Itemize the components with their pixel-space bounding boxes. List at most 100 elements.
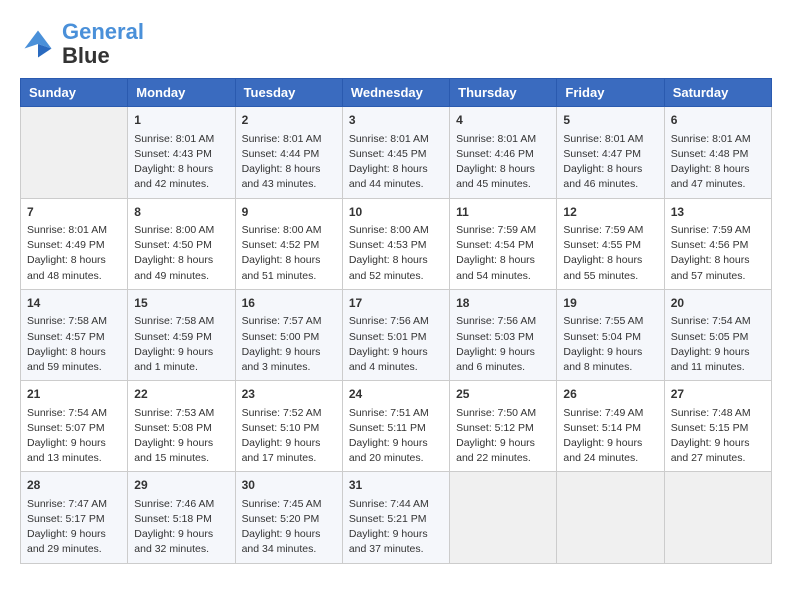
col-header-thursday: Thursday <box>450 79 557 107</box>
calendar-cell: 6Sunrise: 8:01 AM Sunset: 4:48 PM Daylig… <box>664 107 771 198</box>
day-info: Sunrise: 7:44 AM Sunset: 5:21 PM Dayligh… <box>349 497 443 558</box>
day-info: Sunrise: 8:00 AM Sunset: 4:50 PM Dayligh… <box>134 223 228 284</box>
calendar-cell <box>664 472 771 563</box>
week-row-1: 1Sunrise: 8:01 AM Sunset: 4:43 PM Daylig… <box>21 107 772 198</box>
page-header: General Blue <box>20 20 772 68</box>
day-number: 5 <box>563 112 657 129</box>
calendar-cell: 9 Sunrise: 8:00 AM Sunset: 4:52 PM Daylig… <box>235 198 342 289</box>
calendar-cell: 24 Sunrise: 7:51 AM Sunset: 5:11 PM Dayli… <box>342 381 449 472</box>
week-row-5: 28 Sunrise: 7:47 AM Sunset: 5:17 PM Dayli… <box>21 472 772 563</box>
day-info: Sunrise: 7:55 AM Sunset: 5:04 PM Dayligh… <box>563 314 657 375</box>
calendar-cell: 15 Sunrise: 7:58 AM Sunset: 4:59 PM Dayli… <box>128 289 235 380</box>
day-info: Sunrise: 7:52 AM Sunset: 5:10 PM Dayligh… <box>242 406 336 467</box>
day-number: 14 <box>27 295 121 312</box>
col-header-friday: Friday <box>557 79 664 107</box>
day-number: 8 <box>134 204 228 221</box>
day-number: 12 <box>563 204 657 221</box>
col-header-wednesday: Wednesday <box>342 79 449 107</box>
day-info: Sunrise: 7:54 AM Sunset: 5:07 PM Dayligh… <box>27 406 121 467</box>
day-info: Sunrise: 8:00 AM Sunset: 4:52 PM Dayligh… <box>242 223 336 284</box>
day-info: Sunrise: 7:51 AM Sunset: 5:11 PM Dayligh… <box>349 406 443 467</box>
calendar-cell: 18 Sunrise: 7:56 AM Sunset: 5:03 PM Dayli… <box>450 289 557 380</box>
day-info: Sunrise: 8:00 AM Sunset: 4:53 PM Dayligh… <box>349 223 443 284</box>
day-info: Sunrise: 7:45 AM Sunset: 5:20 PM Dayligh… <box>242 497 336 558</box>
col-header-monday: Monday <box>128 79 235 107</box>
calendar-cell: 2Sunrise: 8:01 AM Sunset: 4:44 PM Daylig… <box>235 107 342 198</box>
day-info: Sunrise: 8:01 AM Sunset: 4:45 PM Dayligh… <box>349 132 443 193</box>
day-number: 28 <box>27 477 121 494</box>
day-number: 31 <box>349 477 443 494</box>
calendar-cell: 30 Sunrise: 7:45 AM Sunset: 5:20 PM Dayli… <box>235 472 342 563</box>
calendar-cell: 31 Sunrise: 7:44 AM Sunset: 5:21 PM Dayli… <box>342 472 449 563</box>
day-number: 22 <box>134 386 228 403</box>
calendar-cell: 7 Sunrise: 8:01 AM Sunset: 4:49 PM Daylig… <box>21 198 128 289</box>
calendar-cell: 27 Sunrise: 7:48 AM Sunset: 5:15 PM Dayli… <box>664 381 771 472</box>
day-info: Sunrise: 7:56 AM Sunset: 5:03 PM Dayligh… <box>456 314 550 375</box>
calendar-cell: 14 Sunrise: 7:58 AM Sunset: 4:57 PM Dayli… <box>21 289 128 380</box>
day-info: Sunrise: 7:50 AM Sunset: 5:12 PM Dayligh… <box>456 406 550 467</box>
calendar-cell: 11 Sunrise: 7:59 AM Sunset: 4:54 PM Dayli… <box>450 198 557 289</box>
day-number: 26 <box>563 386 657 403</box>
day-info: Sunrise: 7:58 AM Sunset: 4:57 PM Dayligh… <box>27 314 121 375</box>
logo: General Blue <box>20 20 144 68</box>
col-header-sunday: Sunday <box>21 79 128 107</box>
calendar-cell: 22 Sunrise: 7:53 AM Sunset: 5:08 PM Dayli… <box>128 381 235 472</box>
day-info: Sunrise: 7:46 AM Sunset: 5:18 PM Dayligh… <box>134 497 228 558</box>
logo-text: General Blue <box>62 20 144 68</box>
col-header-tuesday: Tuesday <box>235 79 342 107</box>
day-number: 7 <box>27 204 121 221</box>
calendar-cell: 8 Sunrise: 8:00 AM Sunset: 4:50 PM Daylig… <box>128 198 235 289</box>
day-info: Sunrise: 7:47 AM Sunset: 5:17 PM Dayligh… <box>27 497 121 558</box>
day-number: 21 <box>27 386 121 403</box>
day-number: 1 <box>134 112 228 129</box>
day-info: Sunrise: 7:54 AM Sunset: 5:05 PM Dayligh… <box>671 314 765 375</box>
day-info: Sunrise: 7:53 AM Sunset: 5:08 PM Dayligh… <box>134 406 228 467</box>
calendar-cell: 28 Sunrise: 7:47 AM Sunset: 5:17 PM Dayli… <box>21 472 128 563</box>
day-number: 3 <box>349 112 443 129</box>
calendar-cell: 29 Sunrise: 7:46 AM Sunset: 5:18 PM Dayli… <box>128 472 235 563</box>
day-info: Sunrise: 7:58 AM Sunset: 4:59 PM Dayligh… <box>134 314 228 375</box>
day-info: Sunrise: 7:59 AM Sunset: 4:56 PM Dayligh… <box>671 223 765 284</box>
day-info: Sunrise: 8:01 AM Sunset: 4:48 PM Dayligh… <box>671 132 765 193</box>
col-header-saturday: Saturday <box>664 79 771 107</box>
day-number: 10 <box>349 204 443 221</box>
day-number: 4 <box>456 112 550 129</box>
day-number: 24 <box>349 386 443 403</box>
calendar-cell <box>450 472 557 563</box>
day-info: Sunrise: 7:48 AM Sunset: 5:15 PM Dayligh… <box>671 406 765 467</box>
day-number: 18 <box>456 295 550 312</box>
day-number: 19 <box>563 295 657 312</box>
calendar-cell: 5 Sunrise: 8:01 AM Sunset: 4:47 PM Daylig… <box>557 107 664 198</box>
day-info: Sunrise: 7:59 AM Sunset: 4:55 PM Dayligh… <box>563 223 657 284</box>
calendar-cell <box>557 472 664 563</box>
calendar-cell: 21 Sunrise: 7:54 AM Sunset: 5:07 PM Dayli… <box>21 381 128 472</box>
day-number: 2 <box>242 112 336 129</box>
day-number: 16 <box>242 295 336 312</box>
calendar-cell: 16 Sunrise: 7:57 AM Sunset: 5:00 PM Dayli… <box>235 289 342 380</box>
calendar-cell: 23 Sunrise: 7:52 AM Sunset: 5:10 PM Dayli… <box>235 381 342 472</box>
day-number: 27 <box>671 386 765 403</box>
week-row-3: 14 Sunrise: 7:58 AM Sunset: 4:57 PM Dayli… <box>21 289 772 380</box>
calendar-cell: 13 Sunrise: 7:59 AM Sunset: 4:56 PM Dayli… <box>664 198 771 289</box>
day-info: Sunrise: 7:57 AM Sunset: 5:00 PM Dayligh… <box>242 314 336 375</box>
day-number: 23 <box>242 386 336 403</box>
day-number: 29 <box>134 477 228 494</box>
day-number: 30 <box>242 477 336 494</box>
calendar-cell: 12 Sunrise: 7:59 AM Sunset: 4:55 PM Dayli… <box>557 198 664 289</box>
logo-icon <box>20 26 56 62</box>
day-number: 13 <box>671 204 765 221</box>
week-row-2: 7 Sunrise: 8:01 AM Sunset: 4:49 PM Daylig… <box>21 198 772 289</box>
day-info: Sunrise: 8:01 AM Sunset: 4:49 PM Dayligh… <box>27 223 121 284</box>
day-info: Sunrise: 7:59 AM Sunset: 4:54 PM Dayligh… <box>456 223 550 284</box>
calendar-cell: 20Sunrise: 7:54 AM Sunset: 5:05 PM Dayli… <box>664 289 771 380</box>
day-number: 9 <box>242 204 336 221</box>
day-info: Sunrise: 8:01 AM Sunset: 4:47 PM Dayligh… <box>563 132 657 193</box>
week-row-4: 21 Sunrise: 7:54 AM Sunset: 5:07 PM Dayli… <box>21 381 772 472</box>
calendar-cell: 4Sunrise: 8:01 AM Sunset: 4:46 PM Daylig… <box>450 107 557 198</box>
calendar-cell: 10 Sunrise: 8:00 AM Sunset: 4:53 PM Dayli… <box>342 198 449 289</box>
day-number: 11 <box>456 204 550 221</box>
day-info: Sunrise: 7:49 AM Sunset: 5:14 PM Dayligh… <box>563 406 657 467</box>
day-number: 15 <box>134 295 228 312</box>
day-info: Sunrise: 7:56 AM Sunset: 5:01 PM Dayligh… <box>349 314 443 375</box>
calendar-cell: 3 Sunrise: 8:01 AM Sunset: 4:45 PM Daylig… <box>342 107 449 198</box>
